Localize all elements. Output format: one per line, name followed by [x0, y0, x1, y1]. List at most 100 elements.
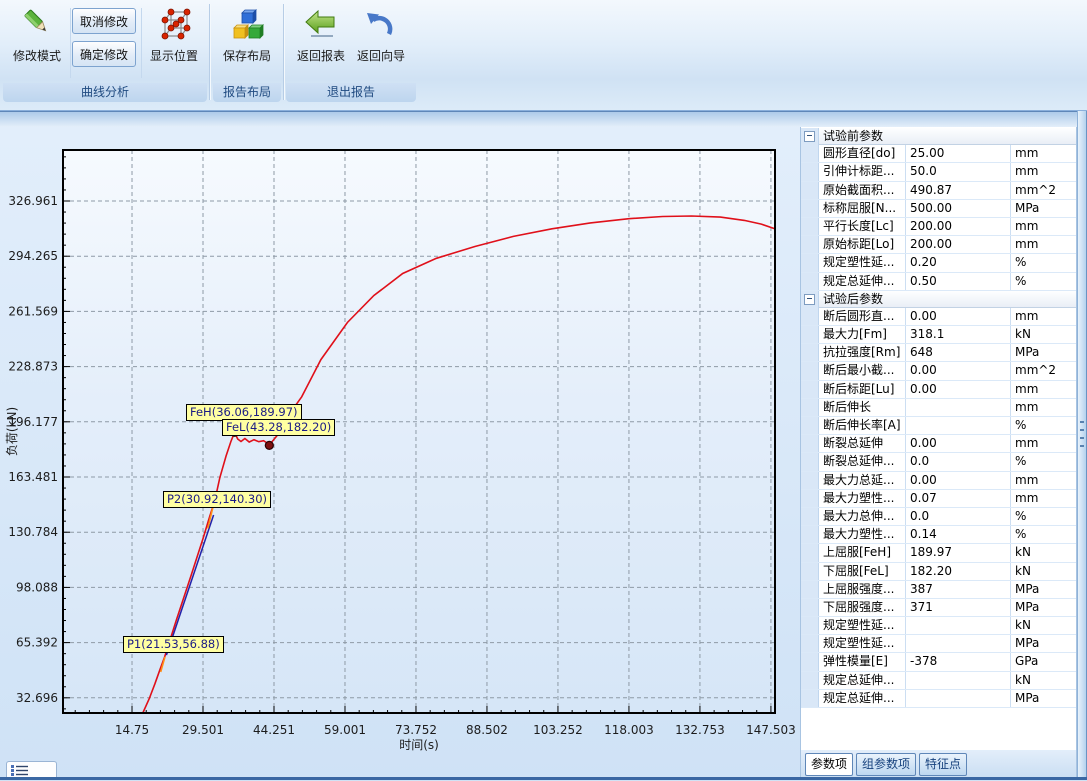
param-unit: mm^2	[1011, 182, 1076, 199]
param-value[interactable]	[906, 635, 1011, 652]
x-tick-label: 44.251	[253, 723, 295, 737]
param-value[interactable]: 318.1	[906, 326, 1011, 343]
show-position-button[interactable]: 显示位置	[144, 5, 204, 81]
param-row[interactable]: 最大力[Fm]318.1kN	[801, 326, 1076, 344]
param-value[interactable]: 0.00	[906, 435, 1011, 452]
param-unit: mm	[1011, 435, 1076, 452]
param-value[interactable]: 0.07	[906, 490, 1011, 507]
param-value[interactable]: 371	[906, 599, 1011, 616]
return-report-button[interactable]: 返回报表	[291, 5, 351, 81]
group-divider	[209, 4, 211, 100]
param-value[interactable]: 0.20	[906, 254, 1011, 271]
param-unit: mm	[1011, 218, 1076, 235]
y-tick-label: 98.088	[16, 580, 58, 594]
param-row[interactable]: 规定总延伸...0.50%	[801, 273, 1076, 291]
tab-parameters[interactable]: 参数项	[805, 753, 853, 776]
param-row[interactable]: 下屈服[FeL]182.20kN	[801, 563, 1076, 581]
param-value[interactable]	[906, 417, 1011, 434]
modify-mode-button[interactable]: 修改模式	[7, 5, 67, 81]
param-row[interactable]: 断后最小截...0.00mm^2	[801, 362, 1076, 380]
param-value[interactable]	[906, 690, 1011, 707]
tab-group-parameters[interactable]: 组参数项	[856, 753, 916, 776]
annotation-fel[interactable]: FeL(43.28,182.20)	[222, 419, 335, 436]
param-row[interactable]: 断后伸长 mm	[801, 399, 1076, 417]
param-value[interactable]: 189.97	[906, 544, 1011, 561]
param-row[interactable]: 弹性模量[E]-378GPa	[801, 653, 1076, 671]
param-row[interactable]: 断后圆形直...0.00mm	[801, 308, 1076, 326]
row-gutter	[801, 236, 819, 253]
row-gutter	[801, 435, 819, 452]
param-row[interactable]: 原始标距[Lo]200.00mm	[801, 236, 1076, 254]
param-row[interactable]: 抗拉强度[Rm]648MPa	[801, 344, 1076, 362]
param-row[interactable]: 原始截面积...490.87mm^2	[801, 182, 1076, 200]
param-value[interactable]: 0.00	[906, 381, 1011, 398]
param-value[interactable]: 0.00	[906, 362, 1011, 379]
param-row[interactable]: 上屈服[FeH]189.97kN	[801, 544, 1076, 562]
param-row[interactable]: 引伸计标距...50.0mm	[801, 163, 1076, 181]
return-wizard-button[interactable]: 返回向导	[351, 5, 411, 81]
param-value[interactable]: 490.87	[906, 182, 1011, 199]
param-row[interactable]: 断后伸长率[A]%	[801, 417, 1076, 435]
param-row[interactable]: 最大力塑性...0.07mm	[801, 490, 1076, 508]
annotation-p1[interactable]: P1(21.53,56.88)	[123, 636, 224, 653]
param-value[interactable]: 50.0	[906, 163, 1011, 180]
param-row[interactable]: 下屈服强度...371MPa	[801, 599, 1076, 617]
param-value[interactable]: 200.00	[906, 236, 1011, 253]
collapse-icon[interactable]	[804, 131, 815, 142]
param-value[interactable]	[906, 399, 1011, 416]
param-value[interactable]: 387	[906, 581, 1011, 598]
show-position-label: 显示位置	[144, 49, 204, 64]
x-tick-label: 103.252	[533, 723, 583, 737]
param-label: 规定塑性延...	[819, 617, 906, 634]
param-value[interactable]: 0.0	[906, 453, 1011, 470]
panel-splitter[interactable]	[1077, 111, 1087, 777]
param-value[interactable]: 200.00	[906, 218, 1011, 235]
param-row[interactable]: 规定塑性延...MPa	[801, 635, 1076, 653]
param-row[interactable]: 圆形直径[do]25.00mm	[801, 145, 1076, 163]
param-value[interactable]: 25.00	[906, 145, 1011, 162]
param-label: 断裂总延伸...	[819, 453, 906, 470]
param-label: 最大力总伸...	[819, 508, 906, 525]
param-value[interactable]: 0.14	[906, 526, 1011, 543]
confirm-edit-button[interactable]: 确定修改	[72, 41, 136, 67]
param-value[interactable]: 182.20	[906, 563, 1011, 580]
param-value[interactable]: 0.50	[906, 273, 1011, 290]
param-row[interactable]: 断裂总延伸0.00mm	[801, 435, 1076, 453]
row-gutter	[801, 308, 819, 325]
param-row[interactable]: 平行长度[Lc]200.00mm	[801, 218, 1076, 236]
tab-feature-points[interactable]: 特征点	[919, 753, 967, 776]
cancel-edit-button[interactable]: 取消修改	[72, 8, 136, 34]
param-label: 断后伸长	[819, 399, 906, 416]
param-unit: mm	[1011, 399, 1076, 416]
row-gutter	[801, 690, 819, 707]
param-value[interactable]: 0.00	[906, 472, 1011, 489]
param-value[interactable]	[906, 617, 1011, 634]
param-value[interactable]: 0.00	[906, 308, 1011, 325]
param-row[interactable]: 规定总延伸...kN	[801, 672, 1076, 690]
param-unit: %	[1011, 526, 1076, 543]
annotation-p2[interactable]: P2(30.92,140.30)	[163, 491, 271, 508]
param-row[interactable]: 规定塑性延...kN	[801, 617, 1076, 635]
param-value[interactable]: -378	[906, 653, 1011, 670]
param-row[interactable]: 断后标距[Lu]0.00mm	[801, 381, 1076, 399]
curve-chart: 326.961294.265261.569228.873196.177163.4…	[0, 127, 800, 780]
param-row[interactable]: 规定总延伸...MPa	[801, 690, 1076, 708]
param-row[interactable]: 最大力总伸...0.0%	[801, 508, 1076, 526]
divider	[141, 8, 142, 78]
param-row[interactable]: 最大力塑性...0.14%	[801, 526, 1076, 544]
param-value[interactable]: 500.00	[906, 200, 1011, 217]
param-value[interactable]: 0.0	[906, 508, 1011, 525]
group-exit-report: 返回报表 返回向导 退出报告	[285, 0, 417, 104]
param-row[interactable]: 最大力总延...0.00mm	[801, 472, 1076, 490]
bottom-panel-button[interactable]	[6, 761, 57, 778]
collapse-icon[interactable]	[804, 294, 815, 305]
param-unit: MPa	[1011, 581, 1076, 598]
fel-marker[interactable]	[265, 441, 273, 449]
save-layout-button[interactable]: 保存布局	[217, 5, 277, 81]
param-row[interactable]: 规定塑性延...0.20%	[801, 254, 1076, 272]
param-row[interactable]: 标称屈服[N...500.00MPa	[801, 200, 1076, 218]
param-value[interactable]	[906, 672, 1011, 689]
param-row[interactable]: 上屈服强度...387MPa	[801, 581, 1076, 599]
param-value[interactable]: 648	[906, 344, 1011, 361]
param-row[interactable]: 断裂总延伸...0.0%	[801, 453, 1076, 471]
